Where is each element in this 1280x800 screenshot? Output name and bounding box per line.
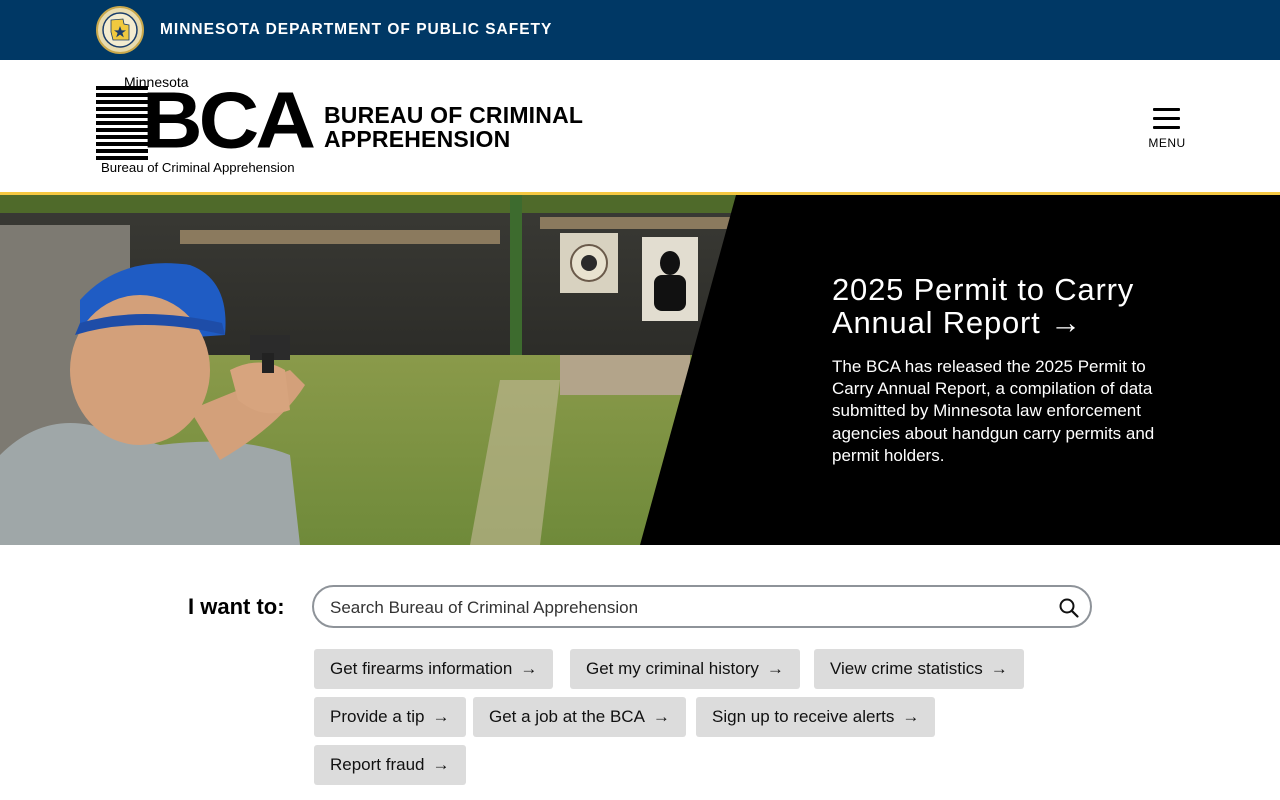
quicklink-crime-statistics[interactable]: View crime statistics →: [814, 649, 1024, 689]
quicklink-job[interactable]: Get a job at the BCA →: [473, 697, 686, 737]
quicklink-label: Provide a tip: [330, 707, 425, 726]
arrow-right-icon: →: [652, 707, 670, 726]
hero-heading-text: 2025 Permit to Carry Annual Report: [832, 272, 1134, 340]
arrow-right-icon: →: [1050, 305, 1082, 340]
hamburger-icon: [1153, 108, 1180, 130]
agency-bar: MINNESOTA DEPARTMENT OF PUBLIC SAFETY: [0, 0, 1280, 60]
site-title[interactable]: BUREAU OF CRIMINAL APPREHENSION: [324, 103, 624, 151]
hero-description: The BCA has released the 2025 Permit to …: [832, 357, 1155, 465]
logo-letters: BCA: [142, 75, 316, 165]
arrow-right-icon: →: [766, 659, 784, 678]
bca-logo[interactable]: Minnesota BCA Bureau of Criminal Apprehe…: [96, 74, 316, 178]
site-header: Minnesota BCA Bureau of Criminal Apprehe…: [0, 60, 1280, 192]
quicklink-label: Get a job at the BCA: [489, 707, 645, 726]
quicklink-criminal-history[interactable]: Get my criminal history →: [570, 649, 800, 689]
arrow-right-icon: →: [432, 707, 450, 726]
quicklink-provide-tip[interactable]: Provide a tip →: [314, 697, 466, 737]
hero-banner: 2025 Permit to Carry Annual Report → The…: [0, 195, 1280, 545]
arrow-right-icon: →: [520, 659, 538, 678]
quicklink-label: View crime statistics: [830, 659, 983, 678]
quicklink-report-fraud[interactable]: Report fraud →: [314, 745, 466, 785]
menu-label: MENU: [1148, 136, 1186, 150]
logo-stripes: [96, 86, 148, 160]
quicklink-firearms[interactable]: Get firearms information →: [314, 649, 554, 689]
menu-button[interactable]: MENU: [1140, 104, 1194, 154]
quicklink-label: Get my criminal history: [586, 659, 759, 678]
search-icon[interactable]: [1058, 597, 1080, 619]
quicklink-alerts[interactable]: Sign up to receive alerts →: [696, 697, 936, 737]
quicklink-label: Sign up to receive alerts: [712, 707, 895, 726]
quicklink-label: Get firearms information: [330, 659, 513, 678]
logo-subtitle: Bureau of Criminal Apprehension: [101, 160, 295, 175]
arrow-right-icon: →: [990, 659, 1008, 678]
arrow-right-icon: →: [432, 755, 450, 774]
agency-title[interactable]: MINNESOTA DEPARTMENT OF PUBLIC SAFETY: [160, 21, 552, 39]
search-input[interactable]: [330, 596, 1030, 620]
hero-heading-link[interactable]: 2025 Permit to Carry Annual Report →: [832, 273, 1212, 339]
search-box[interactable]: [312, 585, 1092, 628]
dps-seal-icon[interactable]: [96, 6, 144, 54]
i-want-to-label: I want to:: [188, 594, 285, 619]
arrow-right-icon: →: [902, 707, 920, 726]
quicklink-label: Report fraud: [330, 755, 425, 774]
